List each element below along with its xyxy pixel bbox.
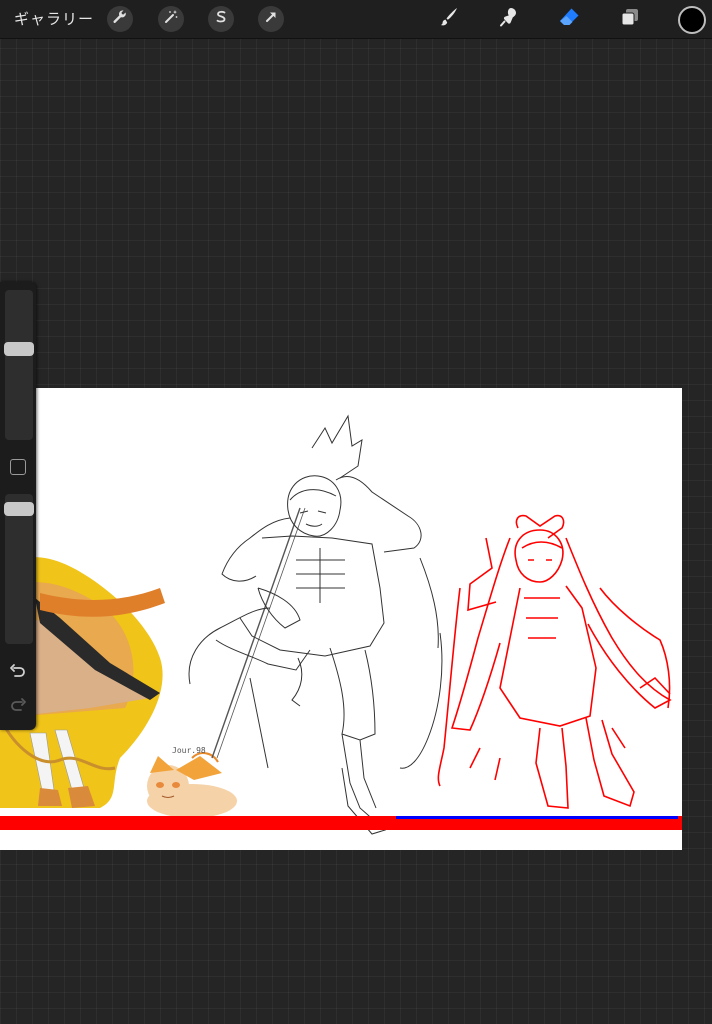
opacity-thumb[interactable] [4, 502, 34, 516]
adjustments-button[interactable] [158, 6, 184, 32]
redo-button[interactable] [8, 696, 28, 716]
selection-s-icon [213, 9, 229, 29]
layers-icon [619, 6, 641, 32]
cat-creature [147, 752, 237, 818]
top-toolbar: ギャラリー [0, 0, 712, 39]
brush-button[interactable] [435, 5, 463, 33]
smudge-icon [498, 6, 520, 32]
drawing-canvas[interactable]: Jour.98 [0, 388, 682, 850]
redo-arrow-icon [8, 698, 28, 720]
artwork: Jour.98 [0, 414, 682, 835]
smudge-button[interactable] [495, 5, 523, 33]
red-sketch-character [437, 514, 672, 809]
brush-size-thumb[interactable] [4, 342, 34, 356]
blue-ground-line [396, 816, 678, 819]
selection-button[interactable] [208, 6, 234, 32]
brush-icon [438, 6, 460, 32]
modify-button[interactable] [10, 459, 26, 475]
opacity-slider[interactable] [4, 494, 34, 644]
actions-button[interactable] [107, 6, 133, 32]
gallery-button[interactable]: ギャラリー [14, 8, 94, 30]
brush-size-slider[interactable] [4, 290, 34, 440]
arrow-cursor-icon [263, 9, 279, 29]
lineart-character [188, 414, 443, 835]
undo-arrow-icon [8, 664, 28, 686]
eraser-button[interactable] [555, 5, 583, 33]
left-sidebar [0, 282, 36, 730]
undo-button[interactable] [8, 662, 28, 682]
magic-wand-icon [163, 9, 179, 29]
eraser-icon [557, 6, 581, 32]
color-picker-button[interactable] [678, 6, 706, 34]
signature: Jour.98 [172, 746, 206, 755]
transform-button[interactable] [258, 6, 284, 32]
wrench-icon [112, 9, 128, 29]
layers-button[interactable] [616, 5, 644, 33]
